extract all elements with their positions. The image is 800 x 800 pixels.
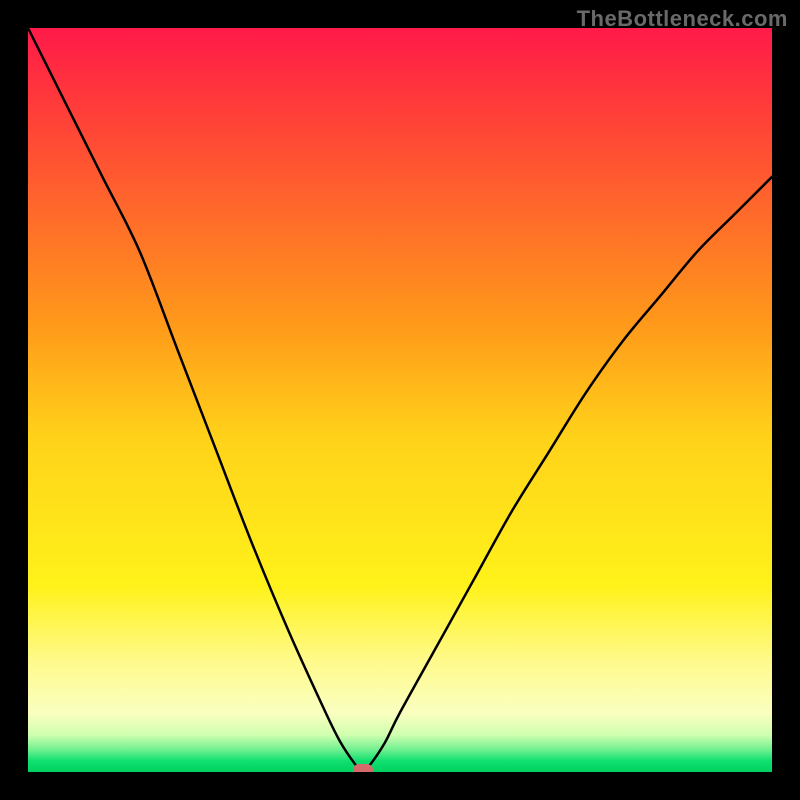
bottleneck-curve (28, 28, 772, 772)
optimal-point-marker (353, 764, 373, 772)
chart-container: TheBottleneck.com (0, 0, 800, 800)
watermark-text: TheBottleneck.com (577, 6, 788, 32)
plot-area (28, 28, 772, 772)
